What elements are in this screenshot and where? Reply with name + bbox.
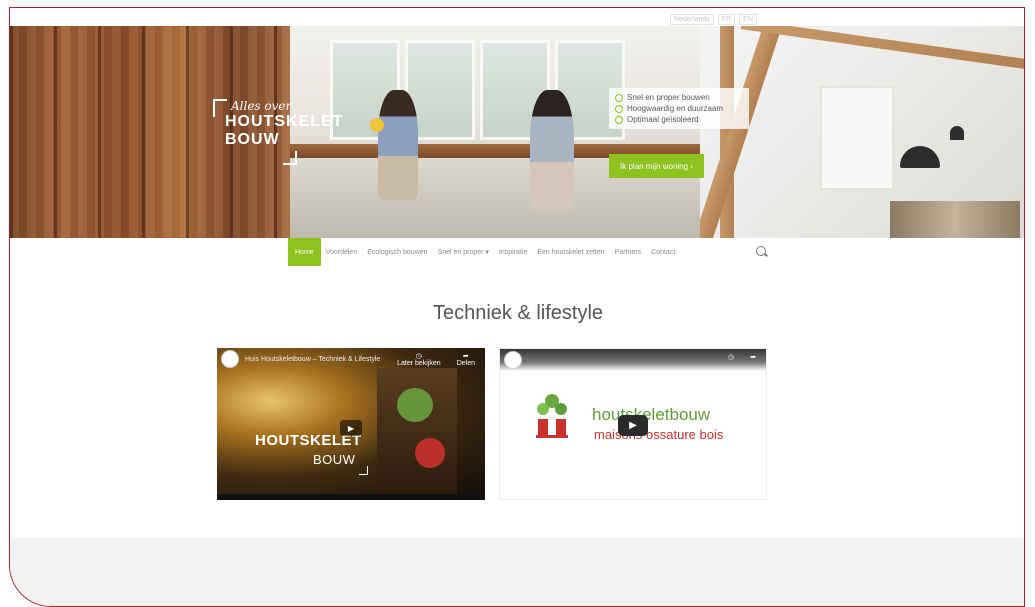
share-button[interactable]: ➦ Delen (457, 352, 475, 367)
nav-item-voordelen[interactable]: Voordelen (321, 238, 363, 266)
language-switcher: Nederlands FR EN (670, 14, 757, 25)
nav-item-home[interactable]: Home (288, 238, 321, 266)
nav-item-partners[interactable]: Partners (610, 238, 646, 266)
play-button[interactable]: ▶ (618, 415, 648, 436)
clock-icon[interactable]: ◷ (728, 353, 734, 361)
footer-band (10, 538, 1024, 606)
channel-avatar[interactable] (504, 351, 522, 369)
clock-icon: ◷ (415, 353, 422, 360)
lang-option[interactable]: EN (739, 14, 757, 25)
main-nav: Home Voordelen Ecologisch bouwen Snel en… (10, 238, 1024, 266)
lang-option[interactable]: FR (717, 14, 736, 25)
nav-item-snel[interactable]: Snel en proper ▾ (433, 238, 494, 266)
lang-option[interactable]: Nederlands (670, 14, 714, 25)
check-circle-icon (615, 104, 623, 113)
house-logo-icon (536, 394, 568, 438)
nav-item-inspiratie[interactable]: Inspiratie (494, 238, 532, 266)
check-circle-icon (615, 93, 623, 102)
page-frame: Alles over HOUTSKELET BOUW Snel en prope… (9, 7, 1025, 607)
share-icon[interactable]: ➦ (750, 353, 756, 361)
brand-name: houtskeletbouw (592, 405, 711, 424)
hero-cta-button[interactable]: Ik plan mijn woning › (609, 154, 704, 178)
section-heading: Techniek & lifestyle (432, 302, 604, 324)
search-icon[interactable] (756, 246, 766, 256)
feature-item: Optimaal geïsoleerd (615, 114, 743, 125)
hero-attic-image (700, 26, 1024, 238)
play-icon: ▶ (347, 423, 355, 433)
channel-avatar[interactable] (221, 350, 239, 368)
hero-brand-line2: BOUW (225, 131, 280, 148)
hero-cafe-image (290, 26, 700, 238)
share-icon: ➦ (462, 353, 469, 360)
brand-tagline: maisons ossature bois (594, 427, 724, 442)
hero-welcome-prefix: Alles over (231, 99, 292, 113)
watch-later-button[interactable]: ◷ Later bekijken (397, 352, 441, 367)
play-icon: ▶ (629, 420, 637, 431)
hero-banner: Alles over HOUTSKELET BOUW Snel en prope… (10, 26, 1024, 238)
play-button[interactable]: ▶ (340, 420, 362, 436)
nav-item-ecologisch[interactable]: Ecologisch bouwen (362, 238, 432, 266)
check-circle-icon (615, 115, 623, 124)
nav-item-contact[interactable]: Contact (646, 238, 680, 266)
video-title[interactable]: Huis Houtskeletbouw – Techniek & Lifesty… (245, 356, 380, 363)
hero-brand-line1: HOUTSKELET (225, 113, 344, 130)
video-player-1[interactable]: Huis Houtskeletbouw – Techniek & Lifesty… (217, 348, 485, 500)
hero-features-box: Snel en proper bouwen Hoogwaardig en duu… (609, 88, 749, 129)
feature-item: Snel en proper bouwen (615, 92, 743, 103)
video-player-2[interactable]: ◷ ➦ houtskeletbouw maisons ossature bois… (499, 348, 767, 500)
video-logo-line2: BOUW (313, 452, 356, 467)
nav-item-houtskelet[interactable]: Een houtskelet zetten (532, 238, 609, 266)
hero-brand-title: Alles over HOUTSKELET BOUW (213, 99, 344, 165)
feature-item: Hoogwaardig en duurzaam (615, 103, 743, 114)
